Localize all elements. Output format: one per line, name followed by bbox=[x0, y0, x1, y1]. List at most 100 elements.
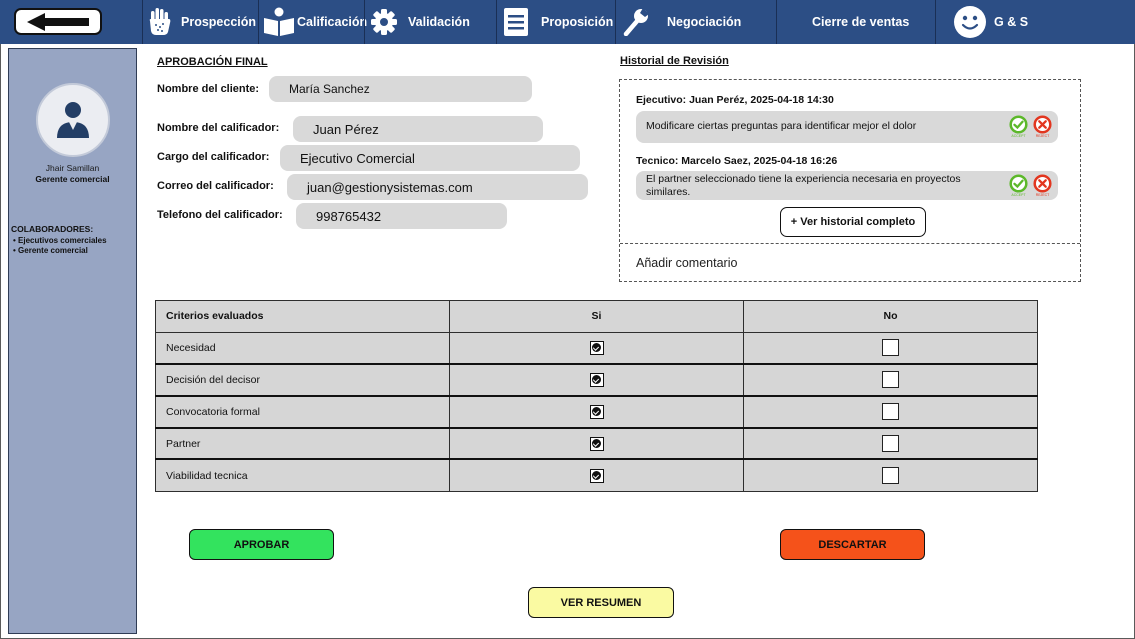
si-checkbox-checked[interactable] bbox=[589, 436, 604, 451]
table-row: Decisión del decisor bbox=[155, 363, 1038, 397]
reject-button[interactable]: REJECT bbox=[1033, 174, 1052, 197]
reject-button[interactable]: REJECT bbox=[1033, 115, 1052, 138]
nav-label: Negociación bbox=[667, 15, 742, 29]
top-nav: Prospección Calificación Validación Prop… bbox=[0, 0, 1135, 44]
qualifier-email-label: Correo del calificador: bbox=[157, 180, 274, 192]
no-checkbox[interactable] bbox=[882, 339, 899, 357]
nav-label: Prospección bbox=[181, 15, 257, 29]
nav-separator bbox=[615, 0, 616, 44]
add-comment-input[interactable]: Añadir comentario bbox=[636, 256, 737, 270]
criteria-table: Criterios evaluados Si No Necesidad Deci… bbox=[155, 300, 1038, 492]
table-row: Necesidad bbox=[155, 331, 1038, 366]
si-checkbox-checked[interactable] bbox=[589, 340, 604, 355]
qualifier-name-field[interactable]: Juan Pérez bbox=[293, 116, 543, 142]
smiley-icon bbox=[953, 5, 987, 39]
history-comment-text: El partner seleccionado tiene la experie… bbox=[646, 173, 961, 198]
nav-label: Cierre de ventas bbox=[812, 15, 910, 29]
discard-button[interactable]: DESCARTAR bbox=[780, 529, 925, 560]
nav-label: G & S bbox=[994, 15, 1029, 29]
accept-button[interactable]: ACCEPT bbox=[1009, 174, 1028, 197]
qualifier-phone-label: Telefono del calificador: bbox=[157, 209, 283, 221]
nav-negociacion[interactable]: Negociación bbox=[623, 0, 741, 44]
check-circle-icon bbox=[1009, 115, 1028, 134]
table-header-row: Criterios evaluados Si No bbox=[155, 300, 1038, 333]
qualifier-name-label: Nombre del calificador: bbox=[157, 122, 280, 134]
si-cell bbox=[449, 363, 744, 397]
accept-label: ACCEPT bbox=[1011, 134, 1026, 138]
approve-button[interactable]: APROBAR bbox=[189, 529, 334, 560]
no-checkbox[interactable] bbox=[882, 467, 899, 485]
nav-separator bbox=[364, 0, 365, 44]
sidebar-user-name: Jhair Samillan bbox=[45, 163, 100, 173]
history-title: Historial de Revisión bbox=[620, 55, 729, 67]
no-cell bbox=[743, 427, 1038, 461]
reject-label: REJECT bbox=[1035, 134, 1050, 138]
sidebar-user-role: Gerente comercial bbox=[35, 174, 110, 184]
client-name-label: Nombre del cliente: bbox=[157, 83, 260, 95]
collaborators-list: Ejecutivos comerciales Gerente comercial bbox=[13, 236, 107, 256]
column-header: No bbox=[743, 300, 1038, 333]
nav-prospeccion[interactable]: Prospección bbox=[147, 0, 256, 44]
no-cell bbox=[743, 458, 1038, 492]
nav-separator bbox=[935, 0, 936, 44]
nav-gs[interactable]: G & S bbox=[953, 0, 1028, 44]
hand-icon bbox=[147, 7, 173, 37]
reject-label: REJECT bbox=[1035, 193, 1050, 197]
si-checkbox-checked[interactable] bbox=[589, 468, 604, 483]
criteria-name: Partner bbox=[155, 427, 450, 461]
nav-label: Proposición bbox=[541, 15, 614, 29]
no-checkbox[interactable] bbox=[882, 403, 899, 421]
nav-label: Calificación bbox=[297, 15, 368, 29]
table-row: Convocatoria formal bbox=[155, 395, 1038, 429]
history-divider bbox=[620, 243, 1080, 244]
nav-separator bbox=[496, 0, 497, 44]
nav-separator bbox=[258, 0, 259, 44]
x-circle-icon bbox=[1033, 115, 1052, 134]
wrench-icon bbox=[623, 8, 649, 36]
view-full-history-button[interactable]: + Ver historial completo bbox=[780, 207, 926, 237]
no-cell bbox=[743, 395, 1038, 429]
check-circle-icon bbox=[1009, 174, 1028, 193]
arrow-left-icon bbox=[27, 12, 89, 31]
no-cell bbox=[743, 363, 1038, 397]
qualifier-role-field[interactable]: Ejecutivo Comercial bbox=[280, 145, 580, 171]
si-checkbox-checked[interactable] bbox=[589, 372, 604, 387]
no-checkbox[interactable] bbox=[882, 371, 899, 389]
history-entry-actions: ACCEPT REJECT bbox=[1009, 115, 1052, 138]
table-row: Partner bbox=[155, 427, 1038, 461]
view-summary-button[interactable]: VER RESUMEN bbox=[528, 587, 674, 618]
gear-icon bbox=[370, 8, 398, 36]
nav-cierre-de-ventas[interactable]: Cierre de ventas bbox=[812, 0, 909, 44]
nav-label: Validación bbox=[408, 15, 470, 29]
book-reader-icon bbox=[263, 7, 295, 37]
back-button[interactable] bbox=[14, 8, 102, 35]
column-header: Criterios evaluados bbox=[155, 300, 450, 333]
document-icon bbox=[503, 7, 529, 37]
nav-separator bbox=[142, 0, 143, 44]
si-checkbox-checked[interactable] bbox=[589, 404, 604, 419]
no-cell bbox=[743, 331, 1038, 366]
avatar[interactable] bbox=[36, 83, 110, 157]
qualifier-phone-field[interactable]: 998765432 bbox=[296, 203, 507, 229]
nav-validacion[interactable]: Validación bbox=[370, 0, 470, 44]
approval-title: APROBACIÓN FINAL bbox=[157, 56, 268, 68]
column-header: Si bbox=[449, 300, 744, 333]
history-entry-author: Tecnico: Marcelo Saez, 2025-04-18 16:26 bbox=[636, 155, 838, 167]
si-cell bbox=[449, 331, 744, 366]
criteria-name: Viabilidad tecnica bbox=[155, 458, 450, 492]
accept-button[interactable]: ACCEPT bbox=[1009, 115, 1028, 138]
nav-proposicion[interactable]: Proposición bbox=[503, 0, 613, 44]
x-circle-icon bbox=[1033, 174, 1052, 193]
history-entry-comment: El partner seleccionado tiene la experie… bbox=[636, 171, 1058, 200]
client-name-field[interactable]: María Sanchez bbox=[269, 76, 532, 102]
nav-calificacion[interactable]: Calificación bbox=[263, 0, 367, 44]
si-cell bbox=[449, 427, 744, 461]
accept-label: ACCEPT bbox=[1011, 193, 1026, 197]
sidebar: Jhair Samillan Gerente comercial COLABOR… bbox=[8, 48, 137, 634]
no-checkbox[interactable] bbox=[882, 435, 899, 453]
nav-separator bbox=[776, 0, 777, 44]
qualifier-email-field[interactable]: juan@gestionysistemas.com bbox=[287, 174, 588, 200]
qualifier-role-label: Cargo del calificador: bbox=[157, 151, 270, 163]
collaborator-item: Gerente comercial bbox=[13, 246, 107, 256]
si-cell bbox=[449, 458, 744, 492]
